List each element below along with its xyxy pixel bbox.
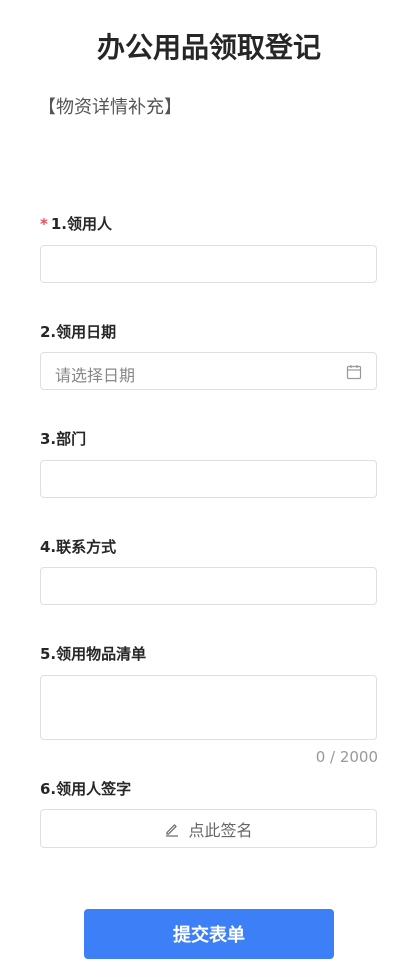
field-label-date: 2.领用日期 bbox=[40, 323, 117, 341]
date-picker-input[interactable]: 请选择日期 bbox=[40, 352, 377, 390]
date-placeholder: 请选择日期 bbox=[55, 366, 136, 385]
field-label-department: 3.部门 bbox=[40, 430, 87, 448]
signature-button[interactable]: 点此签名 bbox=[40, 809, 377, 848]
submit-button[interactable]: 提交表单 bbox=[84, 909, 334, 959]
pen-icon bbox=[166, 823, 179, 837]
department-input[interactable] bbox=[40, 460, 377, 498]
required-mark: * bbox=[40, 215, 48, 233]
char-counter: 0 / 2000 bbox=[315, 748, 378, 766]
form-title: 办公用品领取登记 bbox=[96, 31, 321, 64]
signature-label: 点此签名 bbox=[188, 820, 253, 840]
field-label-recipient: * 1.领用人 bbox=[40, 213, 112, 234]
form-subtitle: 【物资详情补充】 bbox=[38, 97, 182, 118]
field-label-text: 1.领用人 bbox=[50, 215, 112, 233]
field-label-signature: 6.领用人签字 bbox=[40, 780, 132, 798]
recipient-input[interactable] bbox=[40, 245, 377, 283]
item-list-textarea[interactable] bbox=[40, 675, 377, 740]
field-label-item-list: 5.领用物品清单 bbox=[40, 645, 147, 663]
contact-input[interactable] bbox=[40, 567, 377, 605]
calendar-icon bbox=[346, 365, 362, 380]
field-label-contact: 4.联系方式 bbox=[40, 538, 117, 556]
